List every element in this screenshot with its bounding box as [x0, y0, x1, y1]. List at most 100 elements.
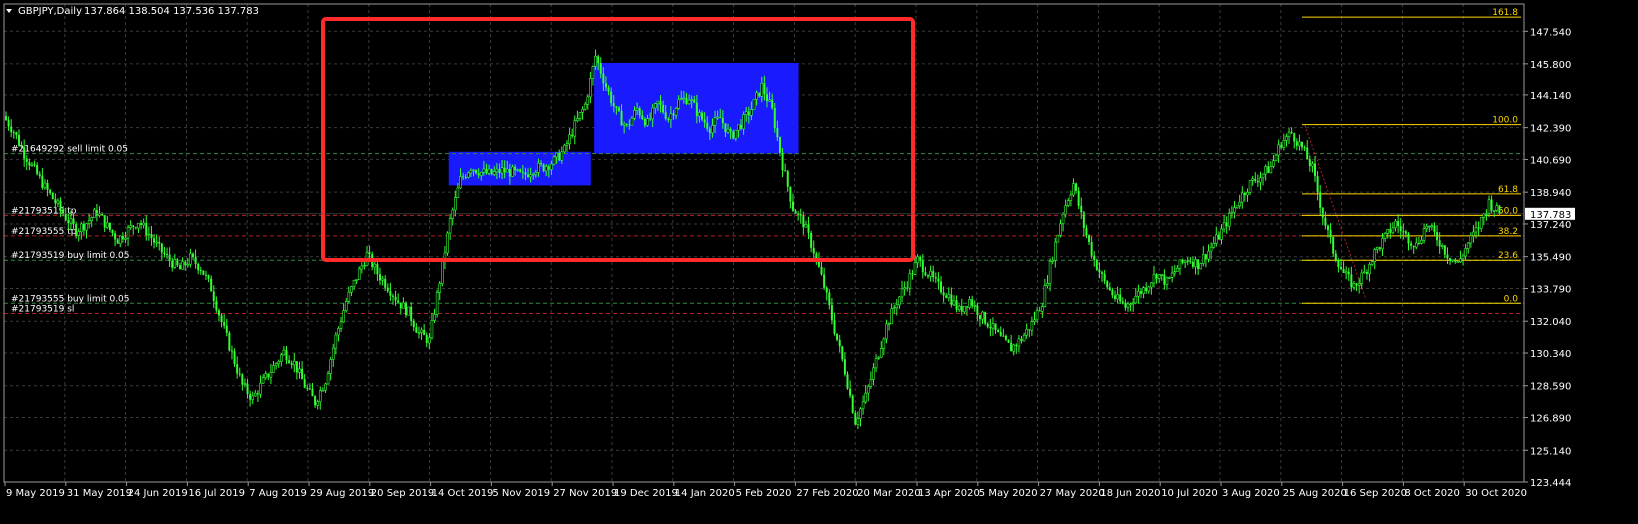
candle-body: [49, 189, 52, 194]
candle-body: [420, 329, 423, 333]
candle-body: [479, 171, 483, 176]
candle-body: [521, 171, 524, 173]
candle-body: [984, 312, 987, 324]
candle-body: [132, 225, 135, 228]
candle-body: [495, 168, 499, 173]
candle-body: [238, 373, 241, 375]
candle-body: [628, 124, 631, 126]
candle-body: [833, 320, 836, 334]
candle-body: [1316, 176, 1319, 193]
candle-body: [1295, 141, 1298, 146]
candle-body: [1209, 246, 1213, 252]
candle-body: [1163, 274, 1166, 285]
candle-body: [64, 214, 67, 221]
candle-body: [337, 328, 340, 336]
candle-body: [1492, 210, 1496, 212]
candle-body: [415, 327, 418, 333]
candle-body: [765, 94, 768, 102]
candle-body: [542, 164, 545, 171]
x-tick-label: 27 Nov 2019: [553, 488, 617, 499]
candle-body: [646, 118, 649, 126]
y-tick-label: 126.890: [1530, 414, 1571, 425]
candle-body: [604, 83, 607, 88]
candle-body: [233, 351, 236, 365]
candle-body: [124, 237, 127, 240]
candle-body: [514, 166, 517, 171]
candle-body: [1025, 329, 1029, 336]
candle-body: [916, 256, 919, 264]
candle-body: [583, 103, 587, 110]
candle-body: [1101, 272, 1104, 274]
order-line-label: #21793519 tp: [11, 206, 77, 216]
candle-body: [947, 294, 951, 299]
candle-body: [134, 227, 137, 229]
candle-body: [1314, 163, 1316, 177]
candle-body: [750, 109, 753, 116]
candle-body: [752, 98, 756, 110]
candle-body: [80, 223, 83, 232]
y-tick-label: 142.390: [1530, 124, 1571, 135]
fib-level-label: 50.0: [1498, 206, 1518, 216]
y-tick-label: 138.940: [1530, 188, 1571, 199]
candle-body: [1360, 272, 1364, 284]
candle-body: [594, 56, 597, 67]
candle-body: [991, 323, 995, 329]
candle-body: [505, 168, 509, 173]
price-chart[interactable]: #21649292 sell limit 0.05 #21793519 tp #21…: [0, 0, 1638, 524]
candle-body: [1114, 295, 1117, 299]
candle-body: [54, 199, 57, 204]
candle-body: [654, 103, 657, 109]
candle-body: [347, 291, 351, 302]
candle-body: [85, 223, 88, 231]
candle-body: [846, 374, 849, 389]
candle-body: [1383, 232, 1387, 239]
chart-canvas[interactable]: #21649292 sell limit 0.05 #21793519 tp #21…: [0, 0, 1638, 524]
candle-body: [1490, 199, 1493, 211]
candle-body: [25, 158, 28, 163]
candle-body: [230, 350, 233, 352]
candle-body: [711, 125, 714, 134]
candle-body: [329, 359, 332, 374]
candle-body: [1212, 243, 1216, 248]
candle-body: [254, 392, 257, 397]
candle-body: [1124, 303, 1127, 308]
candle-body: [1417, 242, 1420, 244]
candle-body: [1373, 249, 1377, 262]
candle-body: [324, 383, 327, 391]
candle-body: [363, 265, 366, 267]
candle-body: [391, 295, 394, 297]
candle-body: [1225, 222, 1228, 227]
candle-body: [667, 118, 670, 120]
x-tick-label: 8 Oct 2020: [1404, 488, 1459, 499]
x-tick-label: 5 May 2020: [979, 488, 1038, 499]
candle-body: [872, 367, 875, 380]
candle-body: [1082, 212, 1085, 229]
candle-body: [454, 197, 457, 211]
candle-body: [560, 151, 564, 161]
candle-body: [1056, 234, 1060, 243]
candle-body: [877, 356, 880, 359]
candle-body: [402, 302, 405, 309]
candle-body: [306, 387, 309, 389]
candle-body: [740, 124, 743, 129]
candle-body: [957, 305, 961, 311]
candle-body: [59, 200, 62, 210]
candle-body: [1066, 200, 1070, 206]
candle-body: [597, 56, 600, 64]
candle-body: [989, 326, 992, 329]
y-tick-label: 133.790: [1530, 284, 1571, 295]
candle-body: [1010, 342, 1013, 352]
candle-body: [1119, 294, 1122, 302]
candle-body: [1111, 289, 1114, 296]
candles: [5, 49, 1501, 430]
candle-body: [986, 323, 989, 327]
candle-body: [108, 222, 111, 230]
candle-body: [633, 110, 636, 119]
candle-body: [773, 107, 776, 129]
candle-body: [1238, 201, 1241, 207]
candle-body: [776, 128, 779, 138]
candle-body: [142, 222, 145, 226]
candle-body: [1015, 344, 1018, 347]
candle-body: [1233, 207, 1236, 213]
dropdown-triangle-icon[interactable]: [6, 9, 12, 13]
